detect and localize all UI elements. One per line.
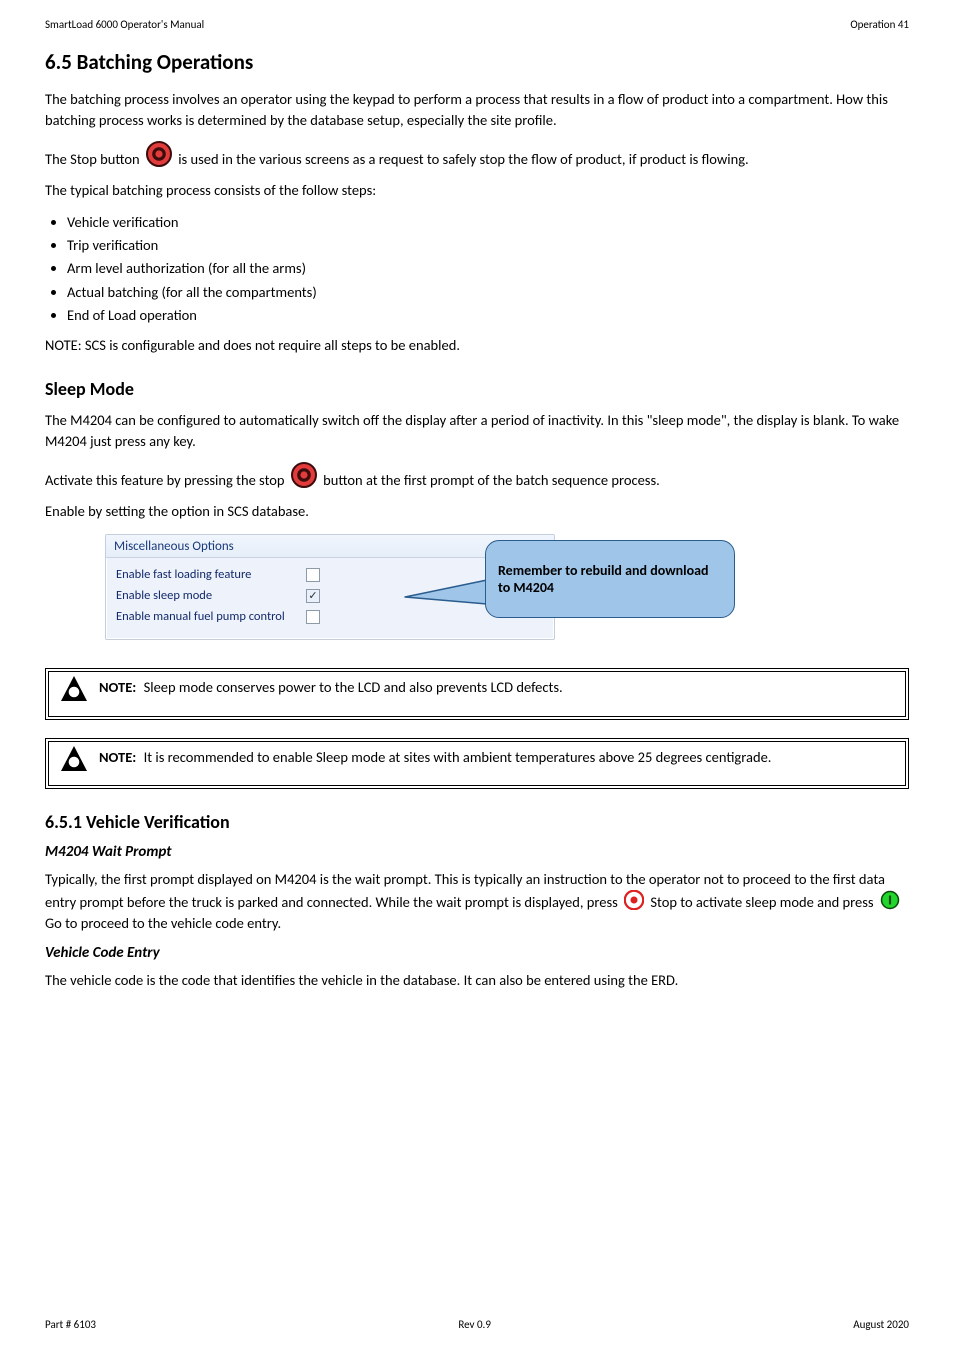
callout-text: Remember to rebuild and download to M420… <box>498 562 722 596</box>
batch-process-intro: The typical batching process consists of… <box>45 180 909 201</box>
list-item: End of Load operation <box>67 304 909 327</box>
option-label: Enable sleep mode <box>116 588 306 603</box>
caution-icon <box>59 744 89 780</box>
stop-sentence-suffix: is used in the various screens as a requ… <box>178 150 748 168</box>
footer-part: Part # 6103 <box>45 1318 96 1331</box>
sleep-mode-para2-suffix: button at the first prompt of the batch … <box>323 471 660 489</box>
vehicle-verification-heading: 6.5.1 Vehicle Verification <box>45 811 909 833</box>
list-item: Vehicle verification <box>67 211 909 234</box>
stop-icon <box>146 141 172 167</box>
intro-paragraph: The batching process involves an operato… <box>45 89 909 131</box>
sleep-mode-para2-prefix: Activate this feature by pressing the st… <box>45 471 288 489</box>
section-heading: 6.5 Batching Operations <box>45 49 909 75</box>
note-text: Sleep mode conserves power to the LCD an… <box>144 678 563 696</box>
wait-prompt-paragraph: Typically, the first prompt displayed on… <box>45 869 909 934</box>
stop-sentence-prefix: The Stop button <box>45 150 143 168</box>
page-header: SmartLoad 6000 Operator's Manual Operati… <box>45 0 909 31</box>
list-item: Arm level authorization (for all the arm… <box>67 257 909 280</box>
list-item: Actual batching (for all the compartment… <box>67 281 909 304</box>
note-box: NOTE: Sleep mode conserves power to the … <box>45 668 909 720</box>
note-box: NOTE: It is recommended to enable Sleep … <box>45 738 909 790</box>
page-footer: Part # 6103 Rev 0.9 August 2020 <box>45 1318 909 1331</box>
list-item: Trip verification <box>67 234 909 257</box>
page-label: Operation 41 <box>850 18 909 31</box>
stop-icon <box>624 890 644 910</box>
option-label: Enable manual fuel pump control <box>116 609 306 624</box>
go-word: Go <box>45 914 62 932</box>
checkbox[interactable]: ✓ <box>306 589 320 603</box>
callout: Remember to rebuild and download to M420… <box>485 540 735 618</box>
footer-date: August 2020 <box>853 1318 909 1331</box>
sleep-mode-para2: Activate this feature by pressing the st… <box>45 462 909 491</box>
checkbox[interactable] <box>306 568 320 582</box>
wait-mid: to activate sleep mode and press <box>680 893 877 911</box>
sleep-mode-para1: The M4204 can be configured to automatic… <box>45 410 909 452</box>
sleep-mode-heading: Sleep Mode <box>45 378 909 400</box>
caution-icon <box>59 674 89 710</box>
vehicle-code-text: The vehicle code is the code that identi… <box>45 970 909 991</box>
vehicle-code-title: Vehicle Code Entry <box>45 944 909 962</box>
option-label: Enable fast loading feature <box>116 567 306 582</box>
steps-note: NOTE: SCS is configurable and does not r… <box>45 335 909 356</box>
callout-body: Remember to rebuild and download to M420… <box>485 540 735 618</box>
stop-icon <box>291 462 317 488</box>
manual-title: SmartLoad 6000 Operator's Manual <box>45 18 204 31</box>
checkbox[interactable] <box>306 610 320 624</box>
note-label: NOTE: <box>99 748 136 766</box>
go-icon <box>880 890 900 910</box>
enable-text: Enable by setting the option in SCS data… <box>45 501 909 522</box>
footer-rev: Rev 0.9 <box>458 1318 491 1331</box>
note-text: It is recommended to enable Sleep mode a… <box>144 748 772 766</box>
stop-word: Stop <box>650 893 677 911</box>
wait-post: to proceed to the vehicle code entry. <box>65 914 281 932</box>
stop-button-paragraph: The Stop button is used in the various s… <box>45 141 909 170</box>
steps-list: Vehicle verification Trip verification A… <box>67 211 909 327</box>
misc-options-figure: Miscellaneous Options Enable fast loadin… <box>105 534 745 654</box>
wait-prompt-title: M4204 Wait Prompt <box>45 843 909 861</box>
note-label: NOTE: <box>99 678 136 696</box>
